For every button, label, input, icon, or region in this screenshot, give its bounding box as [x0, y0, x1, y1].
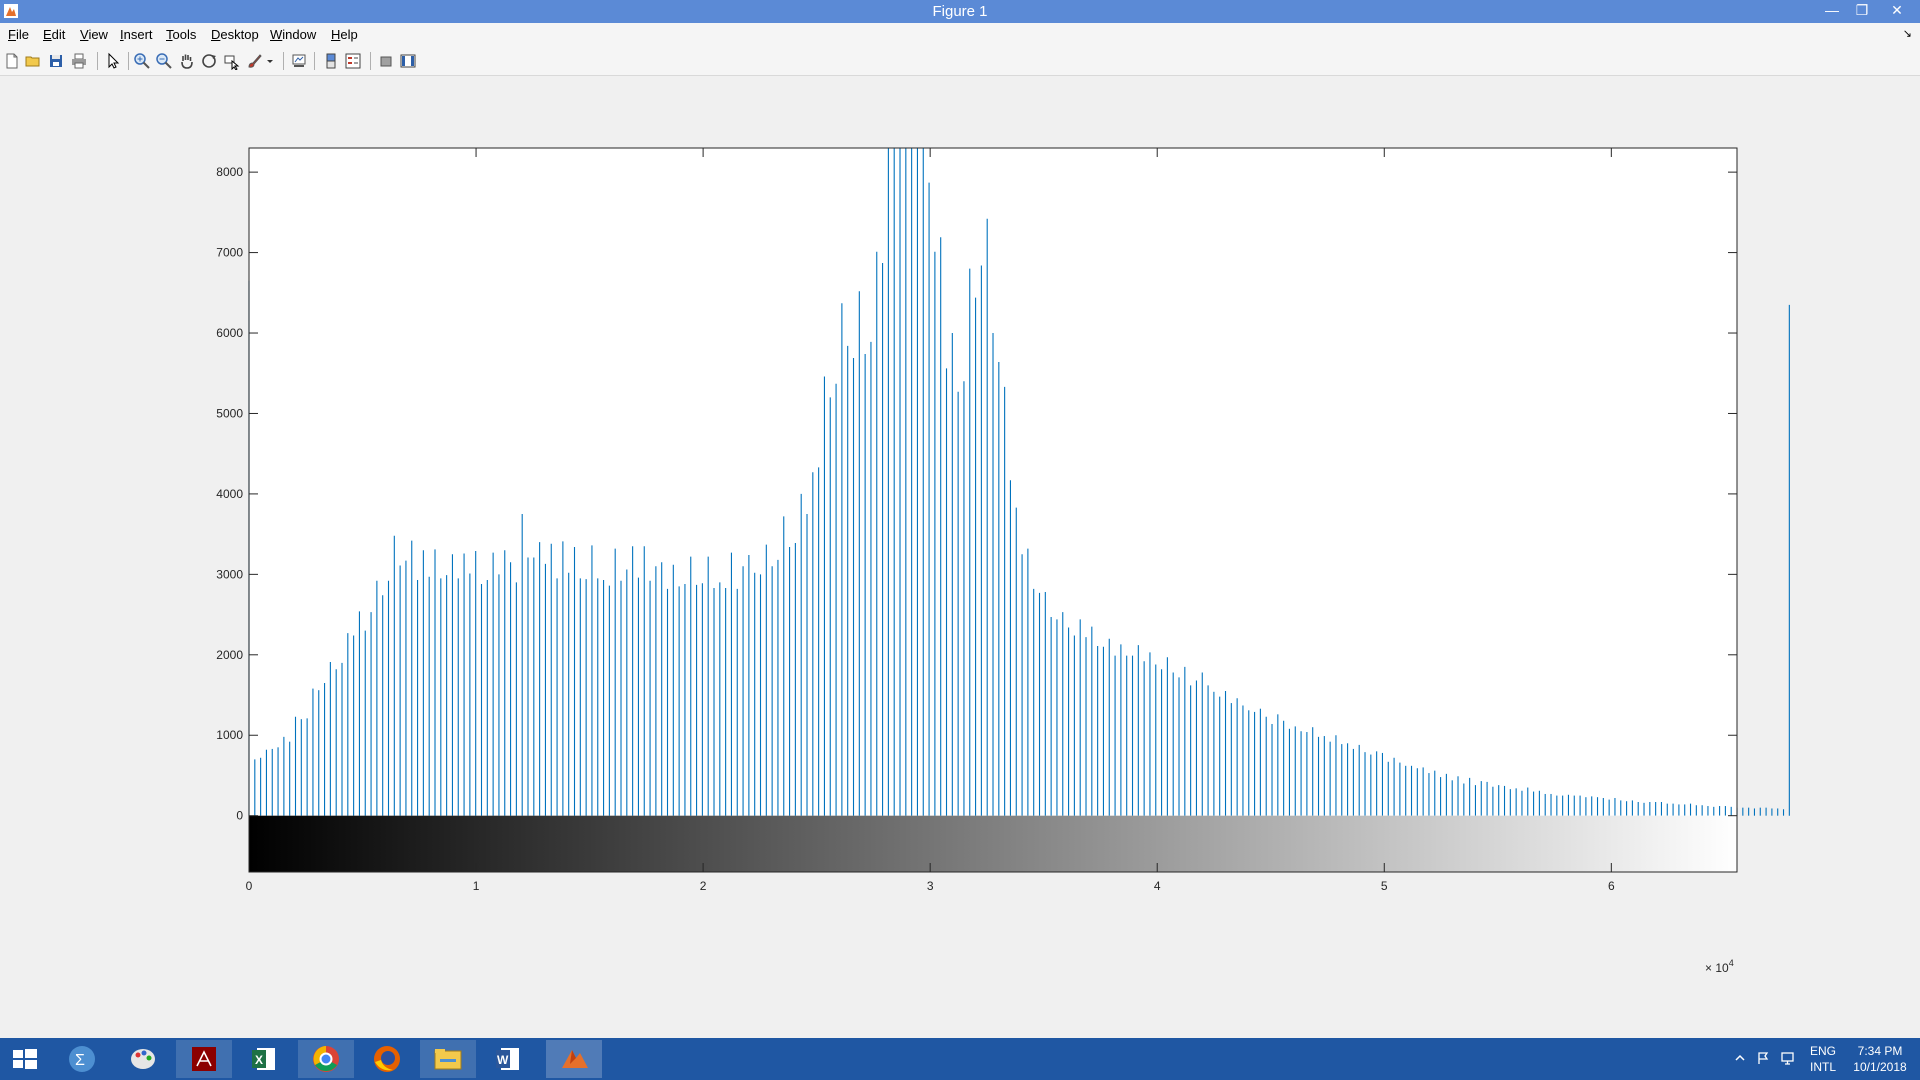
x-tick-label: 2: [700, 879, 707, 893]
title-bar: Figure 1 — ❐ ✕: [0, 0, 1920, 23]
pan-hand-icon[interactable]: [178, 52, 196, 70]
windows-start-icon[interactable]: [0, 1040, 50, 1078]
x-tick-label: 4: [1154, 879, 1161, 893]
menu-bar: File Edit View Insert Tools Desktop Wind…: [0, 23, 1920, 47]
arrow-select-icon[interactable]: [104, 52, 122, 70]
matlab-icon[interactable]: [546, 1040, 602, 1078]
firefox-icon[interactable]: [359, 1040, 415, 1078]
link-plot-icon[interactable]: [290, 52, 308, 70]
svg-text:X: X: [255, 1053, 263, 1067]
tray-time[interactable]: 7:34 PM: [1848, 1044, 1912, 1058]
figure-toolbar: [0, 47, 1920, 76]
y-tick-label: 8000: [216, 165, 243, 179]
acrobat-icon[interactable]: [176, 1040, 232, 1078]
x-tick-label: 1: [473, 879, 480, 893]
paint-app-icon[interactable]: [115, 1040, 171, 1078]
sigma-app-icon[interactable]: Σ: [54, 1040, 110, 1078]
action-center-flag-icon[interactable]: [1756, 1051, 1770, 1065]
y-tick-label: 1000: [216, 728, 243, 742]
menu-insert[interactable]: Insert: [120, 27, 153, 42]
menu-edit[interactable]: Edit: [43, 27, 65, 42]
menu-file[interactable]: File: [8, 27, 29, 42]
colorbar-gradient: [249, 815, 1737, 872]
zoom-in-icon[interactable]: [133, 52, 151, 70]
insert-legend-icon[interactable]: [344, 52, 362, 70]
x-tick-label: 3: [927, 879, 934, 893]
menu-desktop[interactable]: Desktop: [211, 27, 259, 42]
y-tick-label: 5000: [216, 406, 243, 420]
word-icon[interactable]: W: [481, 1040, 537, 1078]
brush-icon[interactable]: [246, 52, 264, 70]
file-explorer-icon[interactable]: [420, 1040, 476, 1078]
toolbar-separator: [128, 52, 129, 70]
minimize-button[interactable]: —: [1818, 0, 1846, 20]
close-button[interactable]: ✕: [1878, 0, 1916, 20]
tray-date[interactable]: 10/1/2018: [1848, 1060, 1912, 1074]
histogram-chart[interactable]: 0 1000 2000 3000 4000 5000 6000 7000 8000 0 1 2 3 4 5…: [0, 76, 1920, 1038]
zoom-out-icon[interactable]: [155, 52, 173, 70]
windows-taskbar: Σ X W ENG INTL 7:34 PM 10/1/2018: [0, 1038, 1920, 1080]
x-tick-label: 6: [1608, 879, 1615, 893]
svg-text:Σ: Σ: [75, 1052, 85, 1069]
menu-window[interactable]: Window: [270, 27, 316, 42]
x-exponent-label: × 104: [1705, 958, 1734, 975]
menu-view[interactable]: View: [80, 27, 108, 42]
excel-icon[interactable]: X: [237, 1040, 293, 1078]
new-file-icon[interactable]: [3, 52, 21, 70]
print-icon[interactable]: [70, 52, 88, 70]
y-tick-label: 4000: [216, 487, 243, 501]
toolbar-separator: [283, 52, 284, 70]
restore-button[interactable]: ❐: [1848, 0, 1876, 20]
tray-keyboard-layout[interactable]: INTL: [1808, 1060, 1838, 1074]
menu-tools[interactable]: Tools: [166, 27, 196, 42]
tray-chevron-icon[interactable]: [1734, 1052, 1746, 1064]
menu-help[interactable]: Help: [331, 27, 358, 42]
hide-plot-tools-icon[interactable]: [377, 52, 395, 70]
network-icon[interactable]: [1780, 1051, 1796, 1065]
brush-dropdown-icon[interactable]: [265, 52, 275, 70]
save-icon[interactable]: [47, 52, 65, 70]
svg-text:W: W: [497, 1053, 509, 1067]
tray-language[interactable]: ENG: [1808, 1044, 1838, 1058]
x-tick-label: 0: [246, 879, 253, 893]
x-tick-label: 5: [1381, 879, 1388, 893]
dock-arrow-icon[interactable]: ↘: [1903, 27, 1912, 40]
figure-canvas: 0 1000 2000 3000 4000 5000 6000 7000 8000 0 1 2 3 4 5…: [0, 76, 1920, 1038]
insert-colorbar-icon[interactable]: [322, 52, 340, 70]
y-tick-label: 0: [236, 809, 243, 823]
y-tick-label: 6000: [216, 326, 243, 340]
window-title: Figure 1: [932, 3, 988, 20]
data-cursor-icon[interactable]: [223, 52, 241, 70]
y-tick-label: 7000: [216, 246, 243, 260]
toolbar-separator: [314, 52, 315, 70]
chrome-icon[interactable]: [298, 1040, 354, 1078]
show-plot-tools-icon[interactable]: [399, 52, 417, 70]
y-tick-label: 2000: [216, 648, 243, 662]
rotate-3d-icon[interactable]: [200, 52, 218, 70]
open-folder-icon[interactable]: [24, 52, 42, 70]
y-tick-label: 3000: [216, 567, 243, 581]
toolbar-separator: [370, 52, 371, 70]
toolbar-separator: [97, 52, 98, 70]
